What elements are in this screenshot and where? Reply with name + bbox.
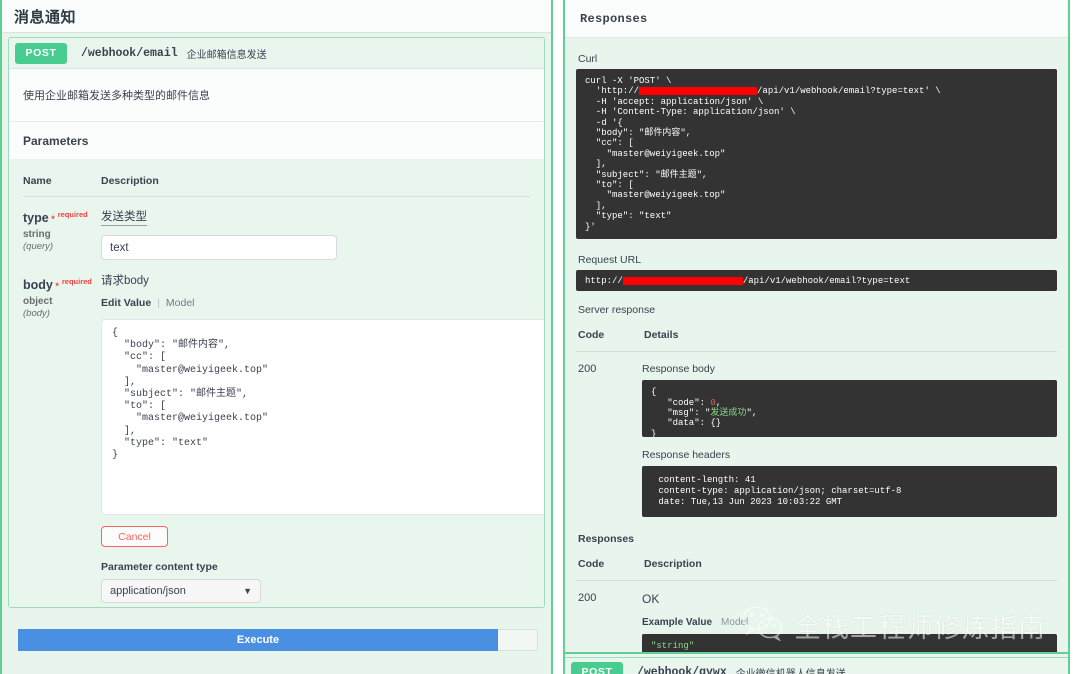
- parameter-content-type-label: Parameter content type: [101, 561, 218, 573]
- operation-block-qywx[interactable]: POST /webhook/qywx 企业微信机器人信息发送: [565, 652, 1068, 674]
- tab-example-value[interactable]: Example Value: [642, 617, 712, 628]
- server-response-row: 200 Response body { "code": 0, "msg": "发…: [576, 352, 1057, 518]
- response-body-block: { "code": 0, "msg": "发送成功", "data": {} }: [642, 380, 1057, 438]
- server-response-table-header: Code Details: [576, 316, 1057, 353]
- request-url-label: Request URL: [578, 254, 642, 267]
- cancel-button[interactable]: Cancel: [101, 526, 168, 547]
- required-star-icon: *: [48, 214, 55, 225]
- response-body-label: Response body: [642, 363, 715, 376]
- example-value-text: "string": [651, 641, 695, 652]
- execute-button[interactable]: Execute: [18, 629, 498, 651]
- page-title-bar: 消息通知: [2, 0, 551, 33]
- param-row-type: type * required string (query) 发送类型: [23, 197, 530, 264]
- tab-edit-value[interactable]: Edit Value: [101, 297, 151, 309]
- param-type-description: 发送类型: [101, 210, 147, 226]
- param-type-meta: type * required string (query): [23, 207, 101, 260]
- execute-row: Execute: [18, 629, 538, 651]
- param-type-datatype: string: [23, 229, 51, 241]
- tab-divider: |: [157, 297, 160, 309]
- method-badge-post-qywx: POST: [571, 661, 623, 674]
- curl-code-block[interactable]: curl -X 'POST' \ 'http:// /api/v1/webhoo…: [576, 69, 1057, 240]
- method-badge-post: POST: [15, 42, 67, 64]
- parameters-area: Name Description type * required string (…: [9, 159, 544, 607]
- responses-panel-header: Responses: [565, 0, 1068, 38]
- redacted-host-url-icon: [622, 276, 743, 285]
- param-body-location: (body): [23, 308, 50, 320]
- server-col-code: Code: [578, 329, 605, 342]
- clear-button-area[interactable]: [498, 629, 538, 651]
- operation-summary[interactable]: POST /webhook/email 企业邮箱信息发送: [9, 38, 544, 68]
- tab-response-model[interactable]: Model: [721, 617, 748, 628]
- param-type-name-text: type: [23, 211, 49, 226]
- param-type-location: (query): [23, 241, 54, 253]
- response-code-value: 0: [710, 397, 716, 408]
- server-response-details: Response body { "code": 0, "msg": "发送成功"…: [642, 363, 1057, 518]
- param-type-name: type * required: [23, 207, 101, 227]
- operation-body: 使用企业邮箱发送多种类型的邮件信息 Parameters Name Descri…: [9, 68, 544, 607]
- response-msg-value: 发送成功: [710, 407, 747, 418]
- operation-block-email: POST /webhook/email 企业邮箱信息发送 使用企业邮箱发送多种类…: [8, 37, 545, 608]
- operation-path: /webhook/email: [81, 46, 178, 60]
- col-header-description: Description: [101, 175, 159, 187]
- responses-row-description: OK: [642, 592, 660, 607]
- response-headers-label: Response headers: [642, 449, 731, 462]
- parameters-table-header: Name Description: [23, 159, 530, 197]
- body-json-editor[interactable]: { "body": "邮件内容", "cc": [ "master@weiyig…: [101, 319, 544, 515]
- responses-panel: Responses Curl curl -X 'POST' \ 'http://…: [563, 0, 1070, 674]
- request-url-suffix: /api/v1/webhook/email?type=text: [742, 275, 911, 286]
- required-star-icon-body: *: [52, 281, 59, 292]
- request-url-block: http:// /api/v1/webhook/email?type=text: [576, 270, 1057, 292]
- redacted-host-icon: [639, 87, 758, 96]
- param-body-desc-cell: 请求body Edit Value | Model { "body": "邮件内…: [101, 274, 544, 603]
- type-input[interactable]: [101, 235, 337, 260]
- tab-model[interactable]: Model: [166, 297, 195, 309]
- operation-path-qywx: /webhook/qywx: [637, 665, 727, 674]
- responses-col-description: Description: [644, 558, 702, 571]
- right-panel: Responses Curl curl -X 'POST' \ 'http://…: [553, 0, 1080, 674]
- operation-summary-qywx[interactable]: POST /webhook/qywx 企业微信机器人信息发送: [565, 657, 1068, 674]
- responses-list-label: Responses: [578, 533, 635, 546]
- col-header-name: Name: [23, 175, 52, 187]
- param-row-body: body * required object (body) 请求body Edit…: [23, 264, 544, 607]
- app-root: 消息通知 POST /webhook/email 企业邮箱信息发送 使用企业邮箱…: [0, 0, 1080, 674]
- parameters-section-title: Parameters: [9, 121, 544, 159]
- request-url-prefix: http://: [585, 275, 623, 286]
- left-panel: 消息通知 POST /webhook/email 企业邮箱信息发送 使用企业邮箱…: [0, 0, 553, 674]
- operation-description: 使用企业邮箱发送多种类型的邮件信息: [9, 69, 544, 121]
- param-body-name-text: body: [23, 278, 53, 293]
- parameter-content-type-value: application/json: [110, 585, 186, 597]
- operation-summary-text: 企业邮箱信息发送: [186, 49, 267, 61]
- responses-col-code: Code: [578, 558, 605, 571]
- body-editor-tabs: Edit Value | Model: [101, 297, 544, 309]
- example-value-tabs: Example Value Model: [642, 617, 1057, 628]
- chevron-down-icon: ▼: [243, 586, 252, 596]
- server-response-label: Server response: [578, 304, 656, 317]
- response-headers-block: content-length: 41 content-type: applica…: [642, 466, 1057, 518]
- param-body-description: 请求body: [101, 275, 149, 287]
- param-type-desc-cell: 发送类型: [101, 207, 530, 260]
- responses-panel-body: Curl curl -X 'POST' \ 'http:// /api/v1/w…: [565, 53, 1068, 674]
- curl-label: Curl: [578, 53, 598, 65]
- server-col-details: Details: [644, 329, 679, 342]
- parameter-content-type-select[interactable]: application/json ▼: [101, 579, 261, 603]
- responses-header-title: Responses: [580, 11, 648, 26]
- server-response-code: 200: [578, 363, 597, 376]
- param-body-required: required: [61, 277, 92, 286]
- param-type-required: required: [57, 210, 88, 219]
- param-body-name: body * required: [23, 274, 101, 294]
- param-body-meta: body * required object (body): [23, 274, 101, 603]
- param-body-datatype: object: [23, 296, 53, 308]
- curl-suffix: /api/v1/webhook/email?type=text' \ -H 'a…: [585, 86, 941, 232]
- page-title: 消息通知: [14, 8, 77, 26]
- operation-summary-text-qywx: 企业微信机器人信息发送: [736, 665, 846, 674]
- responses-table-header: Code Description: [576, 545, 1057, 582]
